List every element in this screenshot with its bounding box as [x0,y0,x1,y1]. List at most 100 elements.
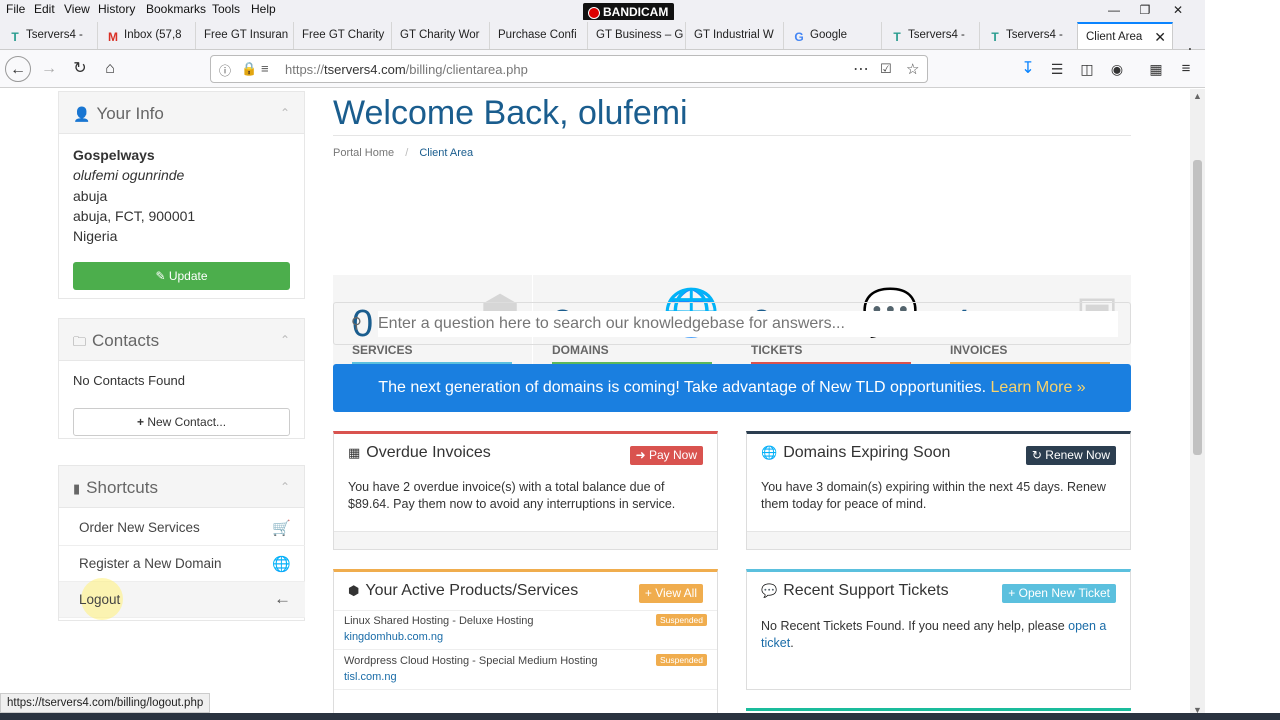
page-actions-icon[interactable]: ⋯ [853,59,869,79]
tab-label: Inbox (57,8 [124,29,182,41]
library-icon[interactable]: ☰ [1044,56,1070,82]
breadcrumb-home[interactable]: Portal Home [333,147,394,159]
product-row[interactable]: Linux Shared Hosting - Deluxe Hosting ki… [334,610,717,650]
title-divider [333,135,1131,136]
download-icon[interactable]: ↧ [1015,56,1041,82]
globe-icon: 🌐 [272,556,291,573]
renew-now-label: Renew Now [1045,448,1110,462]
new-contact-button[interactable]: + New Contact... [73,408,290,436]
tab-label: Tservers4 - [26,29,83,41]
product-domain-link[interactable]: kingdomhub.com.ng [344,631,443,643]
panel-title: Your Info [96,104,164,123]
chevron-up-icon[interactable]: ⌃ [280,333,290,347]
back-arrow-icon[interactable]: ← [5,56,31,82]
menu-tools[interactable]: Tools [212,2,240,16]
address-bar[interactable]: ⓘ 🔒 ≡ https://tservers4.com/billing/clie… [210,55,928,83]
contacts-header[interactable]: 🗀 Contacts ⌃ [59,319,304,361]
open-ticket-label: Open New Ticket [1018,586,1110,600]
extensions-icon[interactable]: ▦ [1143,56,1169,82]
tickets-text: No Recent Tickets Found. If you need any… [761,619,1065,633]
card-footer [334,531,717,549]
cube-icon: ⬢ [348,583,360,598]
expiring-body: You have 3 domain(s) expiring within the… [761,480,1106,511]
tab-tservers4-2[interactable]: T Tservers4 - [882,22,980,49]
stat-label: TICKETS [751,343,803,357]
address-region: abuja, FCT, 900001 [73,207,196,224]
shortcut-logout[interactable]: Logout ← [59,578,305,620]
shortcut-order-new-services[interactable]: Order New Services 🛒 [59,510,305,546]
scroll-thumb[interactable] [1193,160,1202,455]
shortcut-label: Order New Services [79,520,200,535]
no-contacts-text: No Contacts Found [73,373,186,388]
open-new-ticket-button[interactable]: + Open New Ticket [1002,584,1116,603]
page-info-icon[interactable]: ⓘ [219,62,231,79]
card-title: 🌐 Domains Expiring Soon [761,444,950,462]
pocket-icon[interactable]: ☑ [880,61,892,77]
tab-tservers4-3[interactable]: T Tservers4 - [980,22,1078,49]
product-name: Linux Shared Hosting - Deluxe Hosting [344,615,534,627]
tab-free-gt-insurance[interactable]: Free GT Insuran [196,22,294,49]
sidebar-toggle-icon[interactable]: ◫ [1074,56,1100,82]
status-badge: Suspended [655,614,707,626]
tab-free-gt-charity[interactable]: Free GT Charity [294,22,392,49]
plus-icon: + [644,586,652,600]
tab-label: Tservers4 - [908,29,965,41]
tab-gt-business[interactable]: GT Business – G [588,22,686,49]
shortcut-register-domain[interactable]: Register a New Domain 🌐 [59,546,305,582]
menu-edit[interactable]: Edit [34,2,55,16]
url-text: https://tservers4.com/billing/clientarea… [285,62,528,77]
search-icon: ⚲ [351,315,362,332]
close-window-icon[interactable]: ✕ [1163,0,1193,20]
menu-view[interactable]: View [64,2,90,16]
tickets-title: Recent Support Tickets [783,582,949,599]
bookmark-star-icon[interactable]: ☆ [906,60,919,78]
learn-more-link[interactable]: Learn More » [991,379,1086,396]
minimize-icon[interactable]: — [1099,0,1129,20]
chevron-up-icon[interactable]: ⌃ [280,480,290,494]
menu-file[interactable]: File [6,2,25,16]
shortcuts-header[interactable]: ▮ Shortcuts ⌃ [59,466,304,508]
stat-label: DOMAINS [552,343,609,357]
products-title: Your Active Products/Services [365,582,579,599]
tab-google[interactable]: G Google [784,22,882,49]
stat-label: SERVICES [352,343,413,357]
tab-gt-charity-work[interactable]: GT Charity Wor [392,22,490,49]
tab-purchase-confirmation[interactable]: Purchase Confi [490,22,588,49]
forward-arrow-icon[interactable]: → [36,56,62,82]
tab-label: GT Charity Wor [400,29,480,41]
lock-icon[interactable]: 🔒 [241,61,257,77]
tab-inbox[interactable]: M Inbox (57,8 [98,22,196,49]
overdue-title: Overdue Invoices [366,444,491,461]
tab-tservers4-1[interactable]: T Tservers4 - [0,22,98,49]
menu-bookmarks[interactable]: Bookmarks [146,2,206,16]
scroll-up-icon[interactable]: ▲ [1193,91,1202,101]
update-button[interactable]: ✎ Update [73,262,290,290]
tab-gt-industrial[interactable]: GT Industrial W [686,22,784,49]
bookmark-icon: ▮ [73,481,81,496]
home-icon[interactable]: ⌂ [97,56,123,82]
link-status-bar: https://tservers4.com/billing/logout.php [0,693,211,713]
renew-now-button[interactable]: ↻ Renew Now [1025,446,1116,465]
menu-history[interactable]: History [98,2,135,16]
hamburger-menu-icon[interactable]: ≡ [1173,56,1199,82]
permissions-icon[interactable]: ≡ [261,61,269,76]
kb-search-input[interactable] [378,311,1118,337]
reload-icon[interactable]: ↻ [67,56,93,82]
close-tab-icon[interactable]: ✕ [1154,24,1166,49]
comments-icon: 💬 [761,583,778,598]
tab-client-area[interactable]: Client Area ✕ [1077,22,1173,49]
product-name: Wordpress Cloud Hosting - Special Medium… [344,655,598,667]
your-info-header[interactable]: 👤 Your Info ⌃ [59,92,304,134]
menu-help[interactable]: Help [251,2,276,16]
pay-now-button[interactable]: ➜ Pay Now [629,446,703,465]
url-path: /billing/clientarea.php [405,62,528,77]
maximize-icon[interactable]: ❐ [1130,0,1160,20]
tab-label: Google [810,29,848,41]
kb-search-box[interactable]: ⚲ [333,302,1131,345]
chevron-up-icon[interactable]: ⌃ [280,106,290,120]
account-icon[interactable]: ◉ [1104,56,1130,82]
product-row[interactable]: Wordpress Cloud Hosting - Special Medium… [334,650,717,690]
view-all-button[interactable]: + View All [638,584,703,603]
product-domain-link[interactable]: tisl.com.ng [344,671,397,683]
globe-icon: 🌐 [761,445,778,460]
